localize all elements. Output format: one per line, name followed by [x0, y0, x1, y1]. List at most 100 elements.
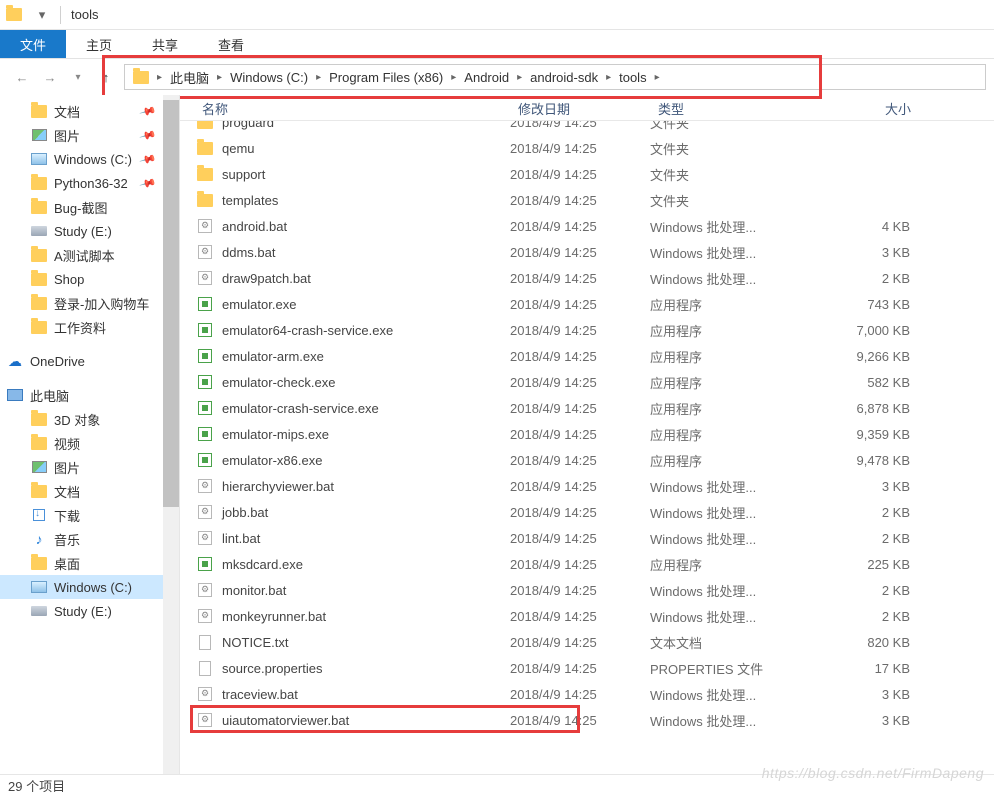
tab-home[interactable]: 主页: [66, 30, 132, 58]
file-date: 2018/4/9 14:25: [510, 219, 650, 234]
up-button[interactable]: ↑: [92, 63, 120, 91]
pin-icon: 📌: [139, 102, 157, 120]
file-size: 2 KB: [810, 271, 920, 286]
sidebar-item[interactable]: A测试脚本: [0, 243, 179, 267]
file-date: 2018/4/9 14:25: [510, 193, 650, 208]
file-name: monitor.bat: [222, 583, 286, 598]
tab-view[interactable]: 查看: [198, 30, 264, 58]
tab-share[interactable]: 共享: [132, 30, 198, 58]
file-row[interactable]: proguard2018/4/9 14:25文件夹: [180, 121, 994, 135]
bat-icon: [196, 243, 214, 261]
breadcrumb-item[interactable]: tools: [615, 66, 650, 88]
sidebar-item[interactable]: 文档📌: [0, 99, 179, 123]
column-type[interactable]: 类型: [650, 95, 810, 120]
disk-icon: [30, 222, 48, 240]
sidebar-item[interactable]: 下载: [0, 503, 179, 527]
chevron-right-icon[interactable]: ▸: [447, 72, 460, 83]
file-size: 3 KB: [810, 479, 920, 494]
file-row[interactable]: android.bat2018/4/9 14:25Windows 批处理...4…: [180, 213, 994, 239]
chevron-right-icon[interactable]: ▸: [312, 72, 325, 83]
sidebar-item-label: 工作资料: [54, 318, 106, 337]
sidebar-item[interactable]: 工作资料: [0, 315, 179, 339]
file-row[interactable]: templates2018/4/9 14:25文件夹: [180, 187, 994, 213]
sidebar-item[interactable]: 图片📌: [0, 123, 179, 147]
column-size[interactable]: 大小: [810, 95, 920, 120]
file-row[interactable]: qemu2018/4/9 14:25文件夹: [180, 135, 994, 161]
sidebar-item[interactable]: 3D 对象: [0, 407, 179, 431]
file-row[interactable]: ddms.bat2018/4/9 14:25Windows 批处理...3 KB: [180, 239, 994, 265]
file-row[interactable]: monitor.bat2018/4/9 14:25Windows 批处理...2…: [180, 577, 994, 603]
file-row[interactable]: support2018/4/9 14:25文件夹: [180, 161, 994, 187]
sidebar-item[interactable]: 文档: [0, 479, 179, 503]
file-row[interactable]: hierarchyviewer.bat2018/4/9 14:25Windows…: [180, 473, 994, 499]
sidebar-onedrive[interactable]: ☁ OneDrive: [0, 349, 179, 373]
file-row[interactable]: emulator64-crash-service.exe2018/4/9 14:…: [180, 317, 994, 343]
sidebar-item[interactable]: 桌面: [0, 551, 179, 575]
back-button[interactable]: ←: [8, 63, 36, 91]
breadcrumb-item[interactable]: Windows (C:): [226, 66, 312, 88]
pictures-icon: [30, 126, 48, 144]
sidebar-item-label: 视频: [54, 434, 80, 453]
forward-button[interactable]: →: [36, 63, 64, 91]
file-row[interactable]: emulator-check.exe2018/4/9 14:25应用程序582 …: [180, 369, 994, 395]
file-name: proguard: [222, 121, 274, 130]
file-row[interactable]: mksdcard.exe2018/4/9 14:25应用程序225 KB: [180, 551, 994, 577]
breadcrumb-item[interactable]: android-sdk: [526, 66, 602, 88]
sidebar-item[interactable]: ♪音乐: [0, 527, 179, 551]
file-row[interactable]: monkeyrunner.bat2018/4/9 14:25Windows 批处…: [180, 603, 994, 629]
file-date: 2018/4/9 14:25: [510, 375, 650, 390]
file-type: Windows 批处理...: [650, 529, 810, 548]
pin-icon: 📌: [139, 174, 157, 192]
breadcrumb-item[interactable]: Android: [460, 66, 513, 88]
recent-dropdown[interactable]: ▾: [64, 63, 92, 91]
file-row[interactable]: lint.bat2018/4/9 14:25Windows 批处理...2 KB: [180, 525, 994, 551]
chevron-right-icon[interactable]: ▸: [513, 72, 526, 83]
file-row[interactable]: draw9patch.bat2018/4/9 14:25Windows 批处理.…: [180, 265, 994, 291]
file-row[interactable]: emulator.exe2018/4/9 14:25应用程序743 KB: [180, 291, 994, 317]
file-type: 应用程序: [650, 347, 810, 366]
file-size: 582 KB: [810, 375, 920, 390]
chevron-right-icon[interactable]: ▸: [651, 72, 664, 83]
sidebar-item[interactable]: Shop: [0, 267, 179, 291]
quick-access-dropdown[interactable]: ▾: [32, 5, 52, 25]
pin-icon: 📌: [139, 150, 157, 168]
file-row[interactable]: uiautomatorviewer.bat2018/4/9 14:25Windo…: [180, 707, 994, 733]
sidebar-item-label: 3D 对象: [54, 410, 100, 429]
file-name: monkeyrunner.bat: [222, 609, 326, 624]
breadcrumb-root-icon[interactable]: [129, 66, 153, 88]
breadcrumb-item[interactable]: Program Files (x86): [325, 66, 447, 88]
sidebar-item[interactable]: Windows (C:)📌: [0, 147, 179, 171]
file-type: 文件夹: [650, 121, 810, 132]
file-row[interactable]: emulator-crash-service.exe2018/4/9 14:25…: [180, 395, 994, 421]
chevron-right-icon[interactable]: ▸: [602, 72, 615, 83]
file-row[interactable]: emulator-arm.exe2018/4/9 14:25应用程序9,266 …: [180, 343, 994, 369]
file-size: 6,878 KB: [810, 401, 920, 416]
sidebar-item[interactable]: Bug-截图: [0, 195, 179, 219]
chevron-right-icon[interactable]: ▸: [213, 72, 226, 83]
file-row[interactable]: source.properties2018/4/9 14:25PROPERTIE…: [180, 655, 994, 681]
chevron-right-icon[interactable]: ▸: [153, 72, 166, 83]
tab-file[interactable]: 文件: [0, 30, 66, 58]
breadcrumb-item[interactable]: 此电脑: [166, 66, 213, 88]
file-type: 文件夹: [650, 191, 810, 210]
sidebar-item[interactable]: Windows (C:): [0, 575, 179, 599]
sidebar-thispc[interactable]: 此电脑: [0, 383, 179, 407]
column-date[interactable]: 修改日期: [510, 95, 650, 120]
sidebar-item[interactable]: 视频: [0, 431, 179, 455]
file-row[interactable]: emulator-x86.exe2018/4/9 14:25应用程序9,478 …: [180, 447, 994, 473]
sidebar-item[interactable]: Study (E:): [0, 599, 179, 623]
navigation-pane[interactable]: 文档📌图片📌Windows (C:)📌Python36-32📌Bug-截图Stu…: [0, 95, 180, 774]
sidebar-item[interactable]: Study (E:): [0, 219, 179, 243]
sidebar-scrollbar[interactable]: [163, 95, 179, 774]
file-row[interactable]: jobb.bat2018/4/9 14:25Windows 批处理...2 KB: [180, 499, 994, 525]
sidebar-item[interactable]: Python36-32📌: [0, 171, 179, 195]
column-name[interactable]: 名称: [180, 95, 510, 120]
file-row[interactable]: emulator-mips.exe2018/4/9 14:25应用程序9,359…: [180, 421, 994, 447]
sidebar-item[interactable]: 图片: [0, 455, 179, 479]
file-name: source.properties: [222, 661, 322, 676]
file-row[interactable]: NOTICE.txt2018/4/9 14:25文本文档820 KB: [180, 629, 994, 655]
file-row[interactable]: traceview.bat2018/4/9 14:25Windows 批处理..…: [180, 681, 994, 707]
sidebar-item[interactable]: 登录-加入购物车: [0, 291, 179, 315]
breadcrumb-bar[interactable]: ▸ 此电脑 ▸ Windows (C:) ▸ Program Files (x8…: [124, 64, 986, 90]
file-type: Windows 批处理...: [650, 243, 810, 262]
